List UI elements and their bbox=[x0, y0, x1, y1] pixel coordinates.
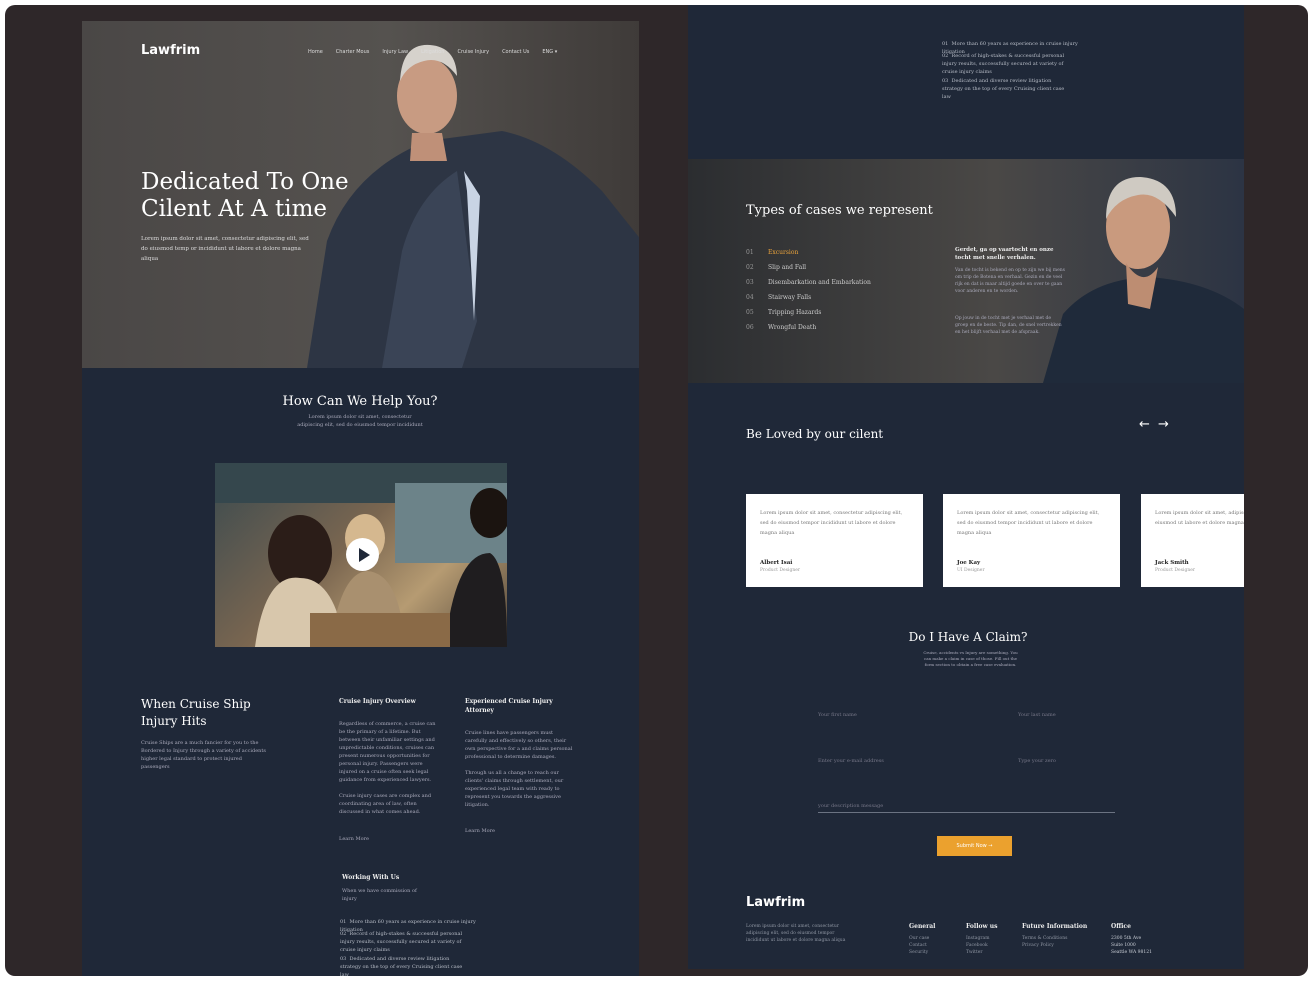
hero-section: Lawfrim Home Charter Mous Injury Law Lit… bbox=[82, 21, 639, 368]
office-address: Seattle WA 98121 bbox=[1111, 950, 1152, 955]
attorney-text-2: Through us all a change to reach our cli… bbox=[465, 770, 564, 808]
nav-item-injury-law[interactable]: Injury Law bbox=[382, 49, 408, 55]
footer-link[interactable]: Contact bbox=[909, 942, 927, 949]
cruise-text: Cruise Ships are a much fancier for you … bbox=[141, 740, 266, 770]
footer-link[interactable]: Privacy Policy bbox=[1022, 942, 1054, 949]
first-name-field[interactable]: Your first name bbox=[818, 712, 857, 718]
testimonial-quote: Lorem ipsum dolor sit amet, adipiscing e… bbox=[1155, 510, 1244, 526]
list-item: 03 Dedicated and diverse review litigati… bbox=[340, 956, 463, 976]
submit-button[interactable]: Submit Now → bbox=[937, 836, 1012, 856]
footer-link[interactable]: Security bbox=[909, 949, 928, 956]
footer-future-title: Future Information bbox=[1022, 923, 1088, 930]
help-title: How Can We Help You? bbox=[282, 394, 438, 409]
claim-text: Cruise, accidents vs Injury are somethin… bbox=[923, 650, 1018, 667]
testimonial-card: Lorem ipsum dolor sit amet, adipiscing e… bbox=[1141, 494, 1244, 587]
brand-logo[interactable]: Lawfrim bbox=[141, 43, 200, 58]
help-text: Lorem ipsum dolor sit amet, consectetur … bbox=[297, 414, 423, 428]
claim-title: Do I Have A Claim? bbox=[908, 630, 1028, 644]
footer-link[interactable]: Our case bbox=[909, 935, 929, 942]
footer-office-title: Office bbox=[1111, 923, 1131, 930]
overview-title: Cruise Injury Overview bbox=[339, 698, 416, 705]
main-nav: Home Charter Mous Injury Law Litigation … bbox=[308, 49, 557, 55]
hero-text: Lorem ipsum dolor sit amet, consectetur … bbox=[141, 236, 309, 262]
case-item-slip-and-fall[interactable]: 02 Slip and Fall bbox=[746, 264, 806, 271]
testimonial-card: Lorem ipsum dolor sit amet, consectetur … bbox=[943, 494, 1120, 587]
footer-link[interactable]: Instagram bbox=[966, 935, 989, 942]
case-types-section: Types of cases we represent 01 Excursion … bbox=[688, 159, 1244, 383]
attorney-title: Experienced Cruise Injury Attorney bbox=[465, 698, 553, 714]
message-field[interactable]: your description message bbox=[818, 803, 883, 809]
case-item-wrongful-death[interactable]: 06 Wrongful Death bbox=[746, 324, 816, 331]
overview-text-2: Cruise injury cases are complex and coor… bbox=[339, 793, 432, 815]
overview-text: Regardless of commerce, a cruise can be … bbox=[339, 721, 436, 783]
right-page: 01 More than 60 years as experience in c… bbox=[688, 5, 1244, 969]
footer-link[interactable]: Terms & Conditions bbox=[1022, 935, 1067, 942]
left-page: Lawfrim Home Charter Mous Injury Law Lit… bbox=[82, 21, 639, 976]
nav-item-charter[interactable]: Charter Mous bbox=[336, 49, 370, 55]
working-title: Working With Us bbox=[342, 874, 400, 881]
case-detail-text: Van de tocht is bekend en op te zijn we … bbox=[955, 268, 1065, 294]
window-frame: Lawfrim Home Charter Mous Injury Law Lit… bbox=[5, 5, 1308, 976]
play-button[interactable] bbox=[346, 538, 379, 571]
nav-item-cruise-injury[interactable]: Cruise Injury bbox=[457, 49, 489, 55]
attorney-learn-more-link[interactable]: Learn More bbox=[465, 827, 495, 835]
message-underline bbox=[818, 812, 1115, 813]
case-item-tripping-hazards[interactable]: 05 Tripping Hazards bbox=[746, 309, 821, 316]
footer-text: Lorem ipsum dolor sit amet, consectetur … bbox=[746, 924, 846, 943]
testimonials-title: Be Loved by our cilent bbox=[746, 427, 884, 441]
attorney-text: Cruise lines have passengers must carefu… bbox=[465, 730, 573, 760]
nav-item-litigation[interactable]: Litigation bbox=[421, 49, 444, 55]
nav-item-home[interactable]: Home bbox=[308, 49, 323, 55]
next-arrow-icon[interactable]: → bbox=[1158, 417, 1169, 432]
testimonial-card: Lorem ipsum dolor sit amet, consectetur … bbox=[746, 494, 923, 587]
language-select[interactable]: ENG ▾ bbox=[542, 49, 557, 55]
testimonial-quote: Lorem ipsum dolor sit amet, consectetur … bbox=[760, 510, 903, 536]
case-detail-text-2: Op jouw in de tocht met je verhaal met d… bbox=[955, 316, 1062, 335]
email-field[interactable]: Enter your e-mail address bbox=[818, 758, 884, 764]
testimonial-role: Product Designer bbox=[760, 568, 801, 573]
list-item: 02 Record of high-stakes & successful pe… bbox=[340, 931, 463, 953]
video-player[interactable] bbox=[215, 463, 507, 647]
case-detail-title: Gerdet, ga op vaartocht en onze tocht me… bbox=[955, 247, 1054, 261]
case-types-title: Types of cases we represent bbox=[746, 203, 933, 218]
list-item: 02 Record of high-stakes & successful pe… bbox=[942, 53, 1065, 75]
office-address: Suite 1000 bbox=[1111, 943, 1136, 948]
footer-link[interactable]: Facebook bbox=[966, 942, 988, 949]
testimonial-name: Albert Isai bbox=[760, 560, 793, 566]
phone-field[interactable]: Type your zero bbox=[1018, 758, 1056, 764]
list-item: 03 Dedicated and diverse review litigati… bbox=[942, 78, 1065, 100]
testimonial-name: Joe Kay bbox=[957, 560, 981, 566]
overview-learn-more-link[interactable]: Learn More bbox=[339, 835, 369, 843]
footer-follow-title: Follow us bbox=[966, 923, 998, 930]
hero-title: Dedicated To One Cilent At A time bbox=[141, 169, 349, 222]
testimonial-role: UI Designer bbox=[957, 568, 985, 573]
testimonial-quote: Lorem ipsum dolor sit amet, consectetur … bbox=[957, 510, 1100, 536]
prev-arrow-icon[interactable]: ← bbox=[1139, 417, 1150, 432]
footer-general-title: General bbox=[909, 923, 936, 930]
testimonial-role: Product Designer bbox=[1155, 568, 1196, 573]
footer-logo[interactable]: Lawfrim bbox=[746, 895, 805, 910]
nav-item-contact[interactable]: Contact Us bbox=[502, 49, 529, 55]
case-item-disembarkation[interactable]: 03 Disembarkation and Embarkation bbox=[746, 279, 871, 286]
testimonial-name: Jack Smith bbox=[1155, 560, 1189, 566]
case-item-stairway-falls[interactable]: 04 Stairway Falls bbox=[746, 294, 811, 301]
case-item-excursion[interactable]: 01 Excursion bbox=[746, 249, 798, 256]
last-name-field[interactable]: Your last name bbox=[1018, 712, 1056, 718]
office-address: 2300 5th Ave bbox=[1111, 936, 1142, 941]
cruise-title: When Cruise Ship Injury Hits bbox=[141, 697, 251, 728]
footer-link[interactable]: Twitter bbox=[966, 949, 983, 956]
working-text: When we have commission of injury bbox=[342, 888, 417, 902]
